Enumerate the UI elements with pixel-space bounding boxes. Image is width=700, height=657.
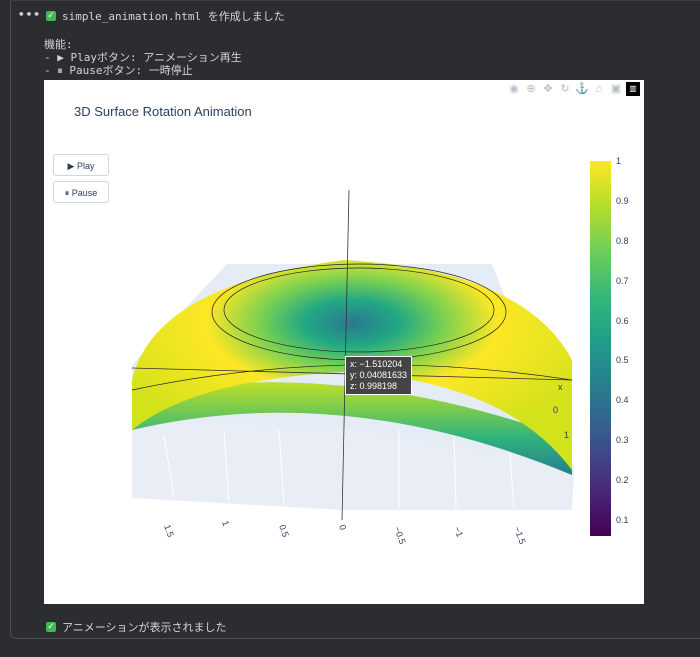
status-text: simple_animation.html を作成しました bbox=[62, 10, 285, 23]
more-options-icon[interactable]: ••• bbox=[18, 8, 41, 21]
features-header: 機能: bbox=[44, 38, 73, 51]
colorbar-tick: 0.1 bbox=[616, 515, 629, 525]
x-axis-label: x bbox=[558, 382, 563, 392]
colorbar-tick: 0.6 bbox=[616, 315, 629, 326]
colorbar-tick: 1 bbox=[616, 156, 622, 166]
checkbox-icon: ✓ bbox=[46, 622, 56, 632]
feature-list: 機能: - ▶ Playボタン: アニメーション再生 - ⏸ Pauseボタン: 一… bbox=[44, 38, 242, 77]
feature-item: - ▶ Playボタン: アニメーション再生 bbox=[44, 51, 242, 64]
colorbar bbox=[590, 161, 611, 536]
axis-tick: 0.5 bbox=[277, 523, 291, 538]
axis-tick: −0.5 bbox=[392, 525, 407, 545]
side-tick: 1 bbox=[564, 430, 569, 440]
plot-container[interactable]: ◉ ⊕ ✥ ↻ ⚓ ⌂ ▣ ▥ 3D Surface Rotation Anim… bbox=[44, 80, 644, 604]
axis-tick: −1.5 bbox=[512, 525, 527, 545]
final-status-line: ✓ アニメーションが表示されました bbox=[46, 619, 227, 635]
side-tick: 0 bbox=[553, 405, 558, 415]
hover-tooltip: x: −1.510204 y: 0.04081633 z: 0.998198 bbox=[345, 356, 413, 395]
colorbar-tick: 0.5 bbox=[616, 355, 629, 366]
colorbar-tick: 0.4 bbox=[616, 395, 629, 406]
axis-tick: 1 bbox=[220, 519, 231, 527]
status-line: ✓ simple_animation.html を作成しました bbox=[46, 8, 285, 24]
axis-tick: 1.5 bbox=[162, 523, 176, 538]
surface-3d-plot[interactable]: 1.5 1 0.5 0 −0.5 −1 −1.5 x 0 1 bbox=[44, 80, 644, 604]
divider bbox=[10, 0, 700, 1]
colorbar-tick: 0.2 bbox=[616, 475, 629, 486]
final-status-text: アニメーションが表示されました bbox=[62, 621, 227, 634]
axis-tick: −1 bbox=[452, 525, 465, 538]
feature-item: - ⏸ Pauseボタン: 一時停止 bbox=[44, 64, 193, 77]
axis-tick: 0 bbox=[337, 523, 348, 531]
colorbar-tick: 0.3 bbox=[616, 435, 629, 446]
colorbar-tick: 0.7 bbox=[616, 275, 629, 286]
colorbar-tick: 0.9 bbox=[616, 195, 629, 206]
checkbox-icon: ✓ bbox=[46, 11, 56, 21]
colorbar-tick: 0.8 bbox=[616, 235, 629, 246]
